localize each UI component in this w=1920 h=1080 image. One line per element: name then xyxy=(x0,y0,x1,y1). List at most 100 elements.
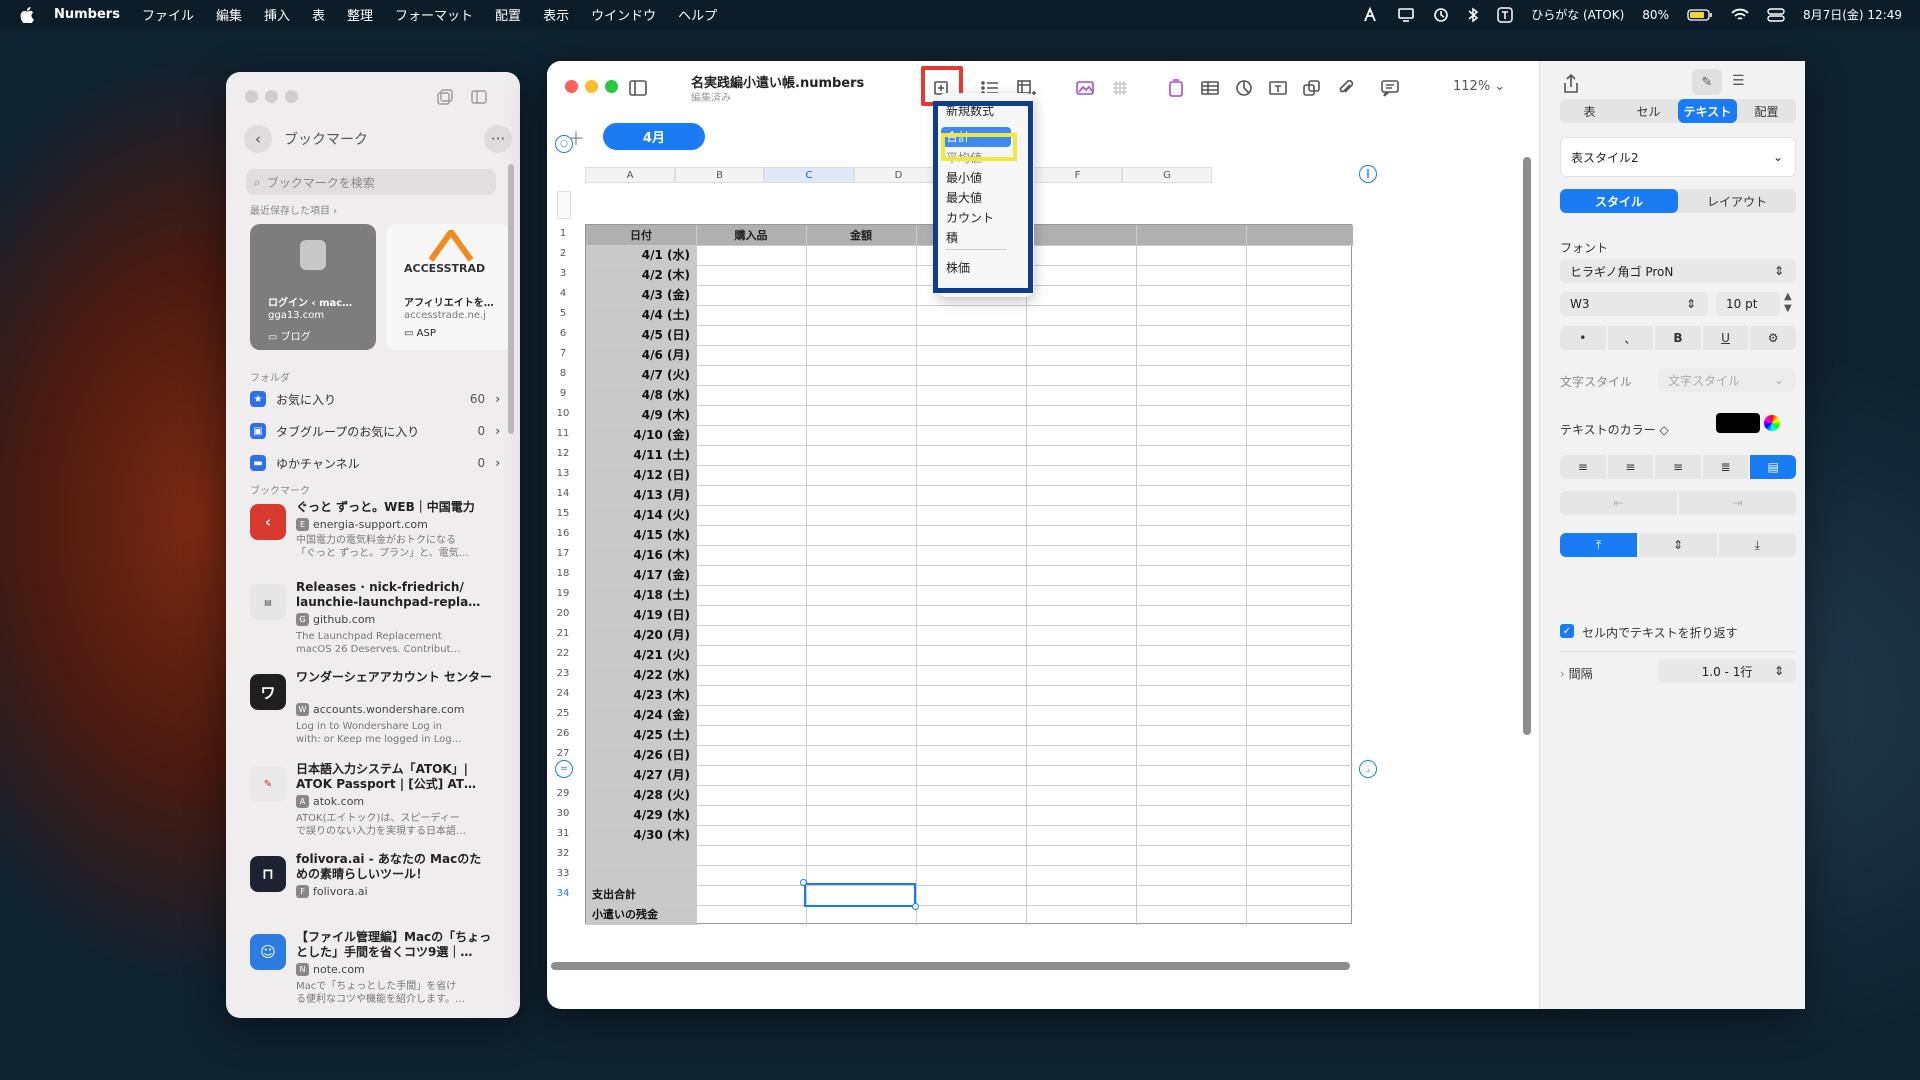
menu-view[interactable]: 表示 xyxy=(543,5,569,24)
folivora-icon: ⊓ xyxy=(250,856,286,892)
more-button[interactable]: ··· xyxy=(484,125,512,153)
zoom-button[interactable] xyxy=(285,90,298,103)
control-center-icon[interactable] xyxy=(1767,7,1785,22)
add-column-button[interactable]: ‖ xyxy=(1359,165,1377,183)
col-header-c[interactable]: C xyxy=(764,167,854,183)
menu-table[interactable]: 表 xyxy=(312,5,325,24)
media-icon[interactable] xyxy=(1073,77,1099,99)
col-header-e[interactable]: E xyxy=(943,167,1033,183)
table-icon[interactable] xyxy=(1197,77,1223,99)
menu-edit[interactable]: 編集 xyxy=(216,5,242,24)
font-a-icon[interactable] xyxy=(1363,6,1379,23)
select-table-button[interactable]: ○ xyxy=(555,135,573,153)
menu-help[interactable]: ヘルプ xyxy=(678,5,717,24)
menu-window[interactable]: ウインドウ xyxy=(591,5,656,24)
pause-bars-icon: ‖ xyxy=(1365,169,1371,179)
list-icon[interactable] xyxy=(977,77,1003,99)
close-button[interactable] xyxy=(565,80,578,93)
minimize-button[interactable] xyxy=(585,80,598,93)
bookmark-item[interactable]: ⊓ folivora.ai - あなたの Macのた めの素晴らしいツール！ F… xyxy=(250,852,500,902)
text-box-icon[interactable] xyxy=(1265,77,1291,99)
grid-disabled-icon xyxy=(1107,77,1133,99)
apple-icon[interactable] xyxy=(20,6,34,23)
comment-icon[interactable] xyxy=(1377,77,1403,99)
energia-icon: ‹ xyxy=(250,504,286,540)
wifi-icon[interactable] xyxy=(1731,8,1749,22)
col-header-b[interactable]: B xyxy=(675,167,764,183)
zoom-button[interactable] xyxy=(605,80,618,93)
menu-insert[interactable]: 挿入 xyxy=(264,5,290,24)
chevron-right-icon: › xyxy=(495,392,500,406)
input-method-label[interactable]: ひらがな (ATOK) xyxy=(1531,6,1624,23)
bookmark-item[interactable]: ワ ワンダーシェアアカウント センター Waccounts.wondershar… xyxy=(250,670,500,745)
menu-bar: Numbers ファイル 編集 挿入 表 整理 フォーマット 配置 表示 ウイン… xyxy=(0,0,1920,29)
document-status: 編集済み xyxy=(691,93,731,104)
bookmarks-label: ブックマーク xyxy=(250,486,310,497)
recent-cards: ログイン ‹ mac… gga13.com ▭ ブログ ACCESSTRAD ア… xyxy=(250,224,520,350)
bookmark-item[interactable]: ✎ 日本語入力システム「ATOK」| ATOK Passport | [公式] … xyxy=(250,762,500,837)
chart-icon[interactable] xyxy=(1231,77,1257,99)
shape-icon[interactable] xyxy=(1299,77,1325,99)
bluetooth-icon[interactable] xyxy=(1467,7,1479,23)
folder-favorites[interactable]: ★ お気に入り 60 › xyxy=(250,388,500,410)
tab-overview-icon[interactable] xyxy=(436,88,454,106)
ellipsis-icon: ··· xyxy=(490,130,506,148)
display-icon[interactable] xyxy=(1397,7,1415,23)
sidebar-view-icon[interactable] xyxy=(625,77,651,99)
pivot-icon[interactable] xyxy=(1163,77,1189,99)
folders-label: フォルダ xyxy=(250,373,290,384)
bookmark-item[interactable]: ☺ 【ファイル管理編】Macの「ちょっ とした」手間を省くコツ9選｜… Nnot… xyxy=(250,930,500,1005)
folder-tabgroup[interactable]: ▣ タブグループのお気に入り 0 › xyxy=(250,420,500,442)
battery-percent: 80% xyxy=(1642,7,1669,22)
menu-organize[interactable]: 整理 xyxy=(347,5,373,24)
menu-format[interactable]: フォーマット xyxy=(395,5,473,24)
github-page-icon: ▤ xyxy=(250,584,286,620)
attachment-icon[interactable] xyxy=(1333,77,1359,99)
sidebar-toggle-icon[interactable] xyxy=(470,88,488,106)
star-icon: ★ xyxy=(250,391,266,407)
search-icon: ⌕ xyxy=(254,174,261,189)
card-title: ログイン ‹ mac… xyxy=(268,298,353,309)
bookmark-search-field[interactable]: ⌕ ブックマークを検索 xyxy=(246,169,496,195)
accesstrade-logo-icon xyxy=(428,230,474,262)
recent-items-label[interactable]: 最近保存した項目 › xyxy=(250,202,337,217)
col-header-d[interactable]: D xyxy=(854,167,943,183)
col-header-f[interactable]: F xyxy=(1033,167,1122,183)
atok-icon: ✎ xyxy=(250,766,286,802)
numbers-window: 名実践編小遣い帳.numbers 編集済み 112% ⌄ ＋ 4月 ○ A B … xyxy=(547,61,1805,1009)
time-machine-icon[interactable] xyxy=(1433,7,1449,23)
input-method-icon[interactable] xyxy=(1497,6,1513,23)
sheet-tab[interactable]: 4月 xyxy=(603,123,705,150)
menu-file[interactable]: ファイル xyxy=(142,5,194,24)
card-logo-text: ACCESSTRAD xyxy=(404,262,486,275)
menu-arrange[interactable]: 配置 xyxy=(495,5,521,24)
folder-icon: ▬ xyxy=(250,455,266,471)
col-header-g[interactable]: G xyxy=(1122,167,1212,183)
back-button[interactable]: ‹ xyxy=(244,125,272,153)
card-domain: gga13.com xyxy=(268,310,325,321)
clock[interactable]: 8月7日(金) 12:49 xyxy=(1803,6,1902,23)
chevron-left-icon: ‹ xyxy=(255,130,261,148)
page-thumbnail-icon xyxy=(300,240,326,270)
card-folder: ▭ ASP xyxy=(404,328,436,339)
bookmarks-header: ‹ ブックマーク ··· xyxy=(244,124,512,154)
row-handle[interactable] xyxy=(557,191,571,219)
safari-window: ‹ ブックマーク ··· ⌕ ブックマークを検索 最近保存した項目 › ログイン… xyxy=(226,72,520,1018)
close-button[interactable] xyxy=(245,90,258,103)
minimize-button[interactable] xyxy=(265,90,278,103)
wondershare-icon: ワ xyxy=(250,674,286,710)
zoom-menu[interactable]: 112% ⌄ xyxy=(1453,79,1505,94)
bookmark-search-placeholder: ブックマークを検索 xyxy=(266,175,375,190)
card-title: アフィリエイトを… xyxy=(404,298,494,309)
col-header-a[interactable]: A xyxy=(585,167,675,183)
folder-yuka[interactable]: ▬ ゆかチャンネル 0 › xyxy=(250,452,500,474)
table-add-icon[interactable] xyxy=(1013,77,1039,99)
recent-card[interactable]: ACCESSTRAD アフィリエイトを… accesstrade.ne.j ▭ … xyxy=(386,224,512,350)
menu-numbers[interactable]: Numbers xyxy=(54,7,120,22)
battery-icon[interactable] xyxy=(1687,8,1713,22)
recent-card[interactable]: ログイン ‹ mac… gga13.com ▭ ブログ xyxy=(250,224,376,350)
chevron-right-icon: › xyxy=(495,456,500,470)
sidebar-scrollbar[interactable] xyxy=(508,164,514,434)
bookmark-item[interactable]: ‹ ぐっと ずっと。WEB｜中国電力 Eenergia-support.com … xyxy=(250,500,500,560)
bookmark-item[interactable]: ▤ Releases · nick-friedrich/ launchie-la… xyxy=(250,580,500,655)
